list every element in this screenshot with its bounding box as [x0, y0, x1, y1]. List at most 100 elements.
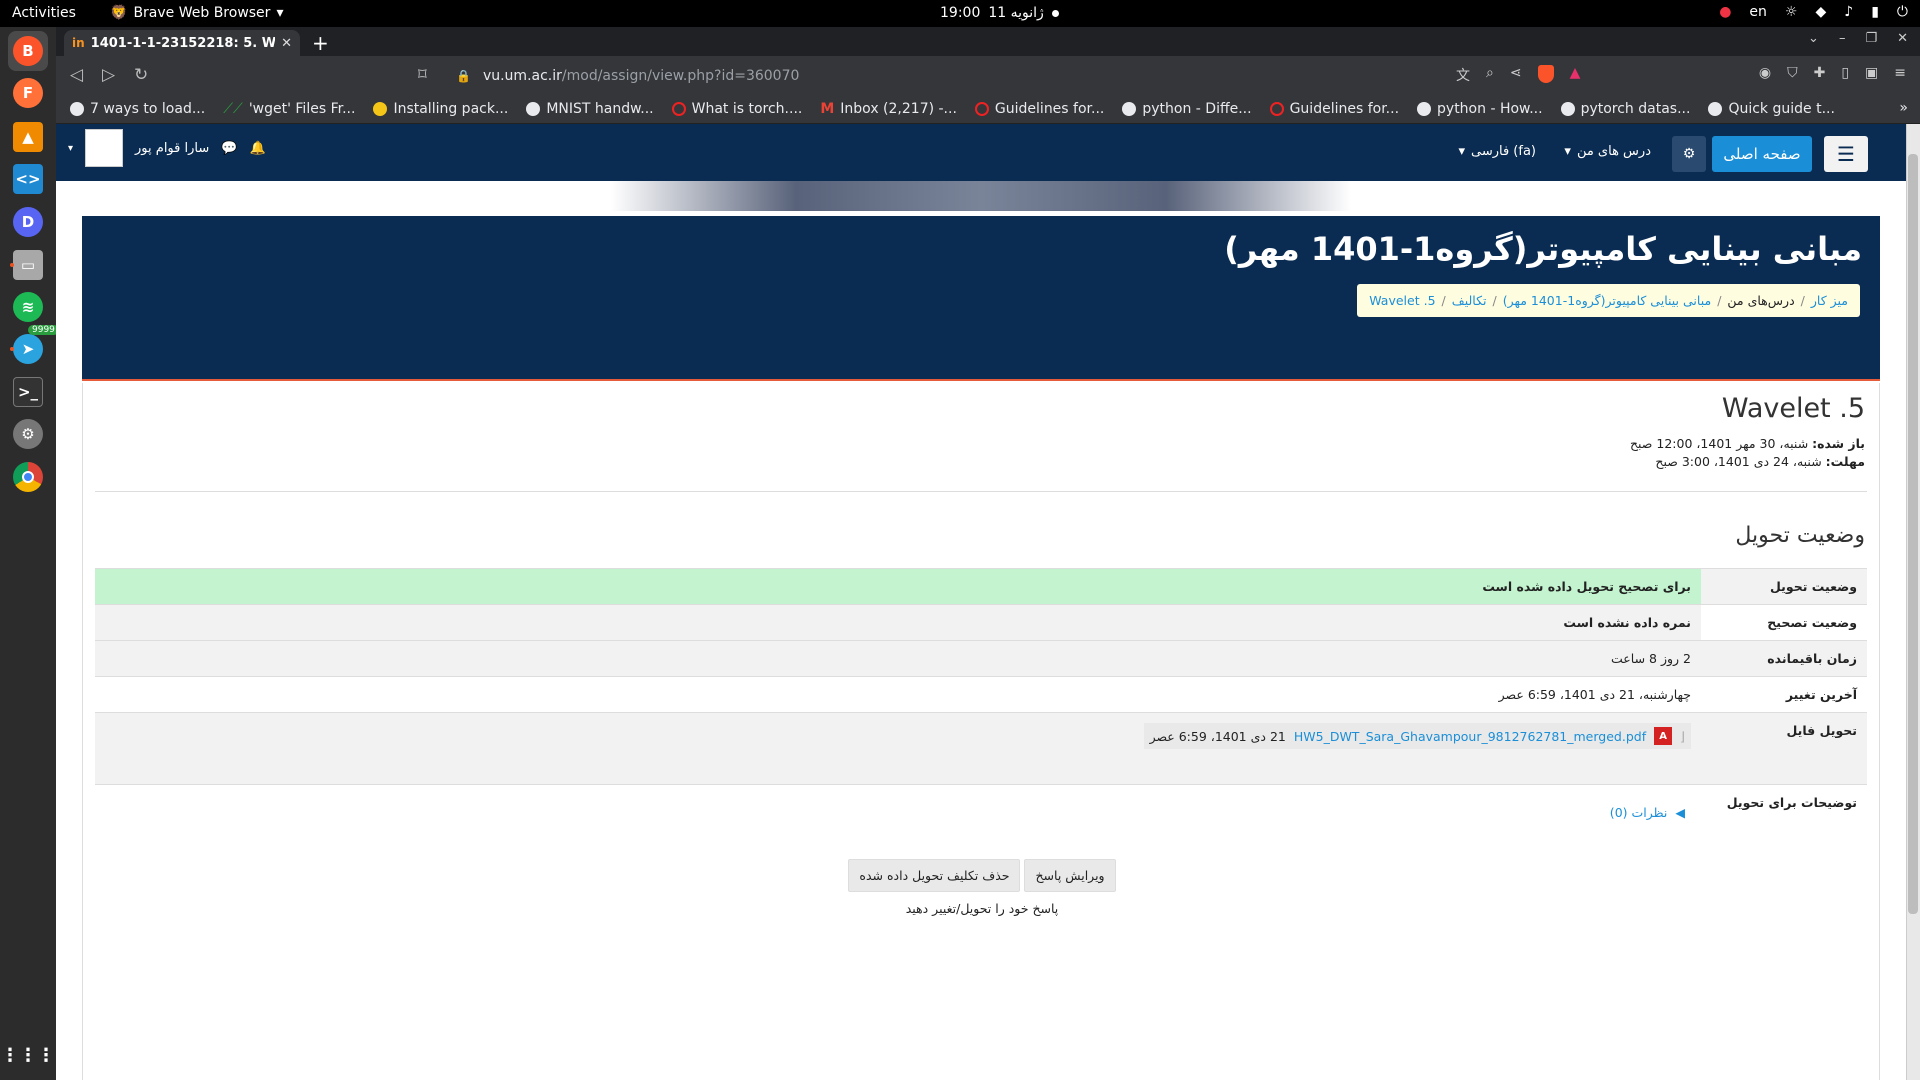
bookmark-label: python - Diffe... [1142, 101, 1252, 117]
brave-shield-icon[interactable] [1537, 65, 1554, 83]
vpn-shield-icon[interactable]: ⛉ [1787, 65, 1798, 81]
bookmark-item[interactable]: 7 ways to load... [70, 101, 205, 117]
menu-icon[interactable]: ≡ [1894, 65, 1906, 81]
dock-vscode[interactable]: <> [8, 159, 48, 199]
bookmark-item[interactable]: python - How... [1417, 101, 1543, 117]
scrollbar[interactable] [1906, 124, 1920, 1080]
bookmark-item[interactable]: pytorch datas... [1560, 101, 1691, 117]
dock-chrome[interactable] [8, 457, 48, 497]
file-submission-cell: ⌊ A HW5_DWT_Sara_Ghavampour_9812762781_m… [95, 712, 1701, 785]
language-label: فارسی (fa) [1470, 144, 1536, 159]
browser-toolbar: ◁ ▷ ↻ ⌑ 🔒 vu.um.ac.ir/mod/assign/view.ph… [56, 56, 1920, 95]
bookmark-label: 7 ways to load... [90, 101, 206, 117]
comments-toggle[interactable]: ◀ نظرات (0) [1610, 805, 1685, 820]
globe-icon [1708, 102, 1723, 116]
more-bookmarks-icon[interactable]: » [1899, 100, 1908, 116]
submission-status-value: برای تصحیح تحویل داده شده است [95, 568, 1701, 605]
bookmark-item[interactable]: Installing pack... [373, 101, 508, 117]
tab-close-icon[interactable]: ✕ [281, 36, 292, 51]
table-row: وضعیت تصحیح نمره داده نشده است [95, 604, 1867, 641]
dock-files[interactable]: ▭ [8, 245, 48, 285]
terminal-icon: >_ [13, 377, 43, 407]
bookmark-label: Guidelines for... [994, 101, 1105, 117]
dock-telegram[interactable]: 9999 ➤ [8, 325, 59, 369]
messages-icon[interactable]: 💬 [221, 141, 237, 156]
home-button[interactable]: صفحه اصلی [1712, 136, 1812, 172]
scrollbar-thumb[interactable] [1908, 154, 1918, 914]
bookmark-label: Inbox (2,217) -... [840, 101, 957, 117]
zoom-icon[interactable]: ⌕ [1486, 65, 1494, 85]
brave-icon: B [13, 36, 43, 66]
keyboard-language[interactable]: en [1749, 4, 1767, 20]
wallet-icon[interactable]: ▣ [1865, 65, 1878, 81]
forward-icon[interactable]: ▷ [102, 65, 115, 85]
breadcrumb-link[interactable]: Wavelet .5 [1369, 293, 1435, 308]
active-tab[interactable]: in 1401-1-1-23152218: 5. W ✕ [64, 30, 300, 56]
sidebar-icon[interactable]: ▯ [1841, 65, 1849, 81]
dock-terminal[interactable]: >_ [8, 372, 48, 412]
bookmark-item[interactable]: MNIST handw... [526, 101, 654, 117]
url-path: /mod/assign/view.php?id=360070 [561, 67, 800, 84]
address-bar[interactable]: 🔒 vu.um.ac.ir/mod/assign/view.php?id=360… [456, 61, 1506, 90]
back-icon[interactable]: ◁ [70, 65, 83, 85]
bookmark-item[interactable]: Quick guide t... [1708, 101, 1835, 117]
avatar[interactable] [85, 129, 124, 167]
url-host: vu.um.ac.ir [482, 67, 562, 84]
breadcrumb-link[interactable]: مبانی بینایی کامپیوتر(گروه1-1401 مهر) [1503, 293, 1712, 308]
app-menu[interactable]: 🦁 Brave Web Browser ▾ [110, 5, 283, 21]
breadcrumb-link[interactable]: میز کار [1811, 293, 1848, 308]
notifications-bell-icon[interactable]: 🔔 [249, 141, 265, 156]
minimize-icon[interactable]: – [1839, 31, 1846, 46]
hamburger-menu-button[interactable]: ☰ [1824, 136, 1868, 172]
bookmark-item[interactable]: Guidelines for... [1269, 101, 1399, 117]
file-link[interactable]: HW5_DWT_Sara_Ghavampour_9812762781_merge… [1294, 729, 1646, 744]
user-menu[interactable]: ▾ سارا قوام پور 💬 🔔 [68, 129, 266, 167]
dock-brave[interactable]: B [8, 31, 48, 71]
tab-favicon: in [72, 36, 85, 50]
time-remaining-value: 2 روز 8 ساعت [95, 640, 1701, 677]
globe-icon [1417, 102, 1432, 116]
clock[interactable]: 19:00 11 ژانویه [940, 5, 1059, 21]
dock-discord[interactable]: D [8, 202, 48, 242]
running-indicator [10, 263, 14, 267]
bookmark-item[interactable]: M Inbox (2,217) -... [820, 101, 957, 117]
bookmark-item[interactable]: ⟋⟋ 'wget' Files Fr... [223, 101, 355, 117]
breadcrumb-separator: / [1800, 293, 1805, 308]
activities-button[interactable]: Activities [12, 5, 76, 21]
puzzle-extensions-icon[interactable]: ✚ [1814, 65, 1826, 81]
dock-firefox[interactable]: F [8, 73, 48, 113]
bookmark-item[interactable]: Guidelines for... [974, 101, 1105, 117]
app-grid-icon: ⋮⋮⋮ [1, 1044, 55, 1066]
brave-rewards-icon[interactable]: ▲ [1570, 65, 1581, 85]
dock-settings[interactable]: ⚙ [8, 414, 48, 454]
files-icon: ▭ [13, 250, 43, 280]
language-dropdown[interactable]: ▾ فارسی (fa) [1458, 144, 1536, 159]
system-tray[interactable]: ● en ☼ ◆ ♪ ▮ ⏻ [1719, 4, 1908, 20]
bookmark-item[interactable]: What is torch.... [671, 101, 802, 117]
extension-icon[interactable]: ◉ [1759, 65, 1771, 81]
new-tab-button[interactable]: + [312, 31, 329, 55]
cogs-icon: ⚙ [1682, 146, 1696, 162]
show-apps-button[interactable]: ⋮⋮⋮ [1, 1035, 55, 1075]
close-window-icon[interactable]: ✕ [1897, 31, 1908, 46]
omnibox-actions: 文 ⌕ ⋖ ▲ [1456, 65, 1580, 85]
bookmark-item[interactable]: python - Diffe... [1122, 101, 1252, 117]
share-icon[interactable]: ⋖ [1510, 65, 1522, 85]
bookmark-icon[interactable]: ⌑ [418, 65, 427, 85]
dock-vlc[interactable]: ▲ [8, 117, 48, 157]
my-courses-dropdown[interactable]: ▾ درس های من [1564, 144, 1651, 159]
tab-list-chevron-icon[interactable]: ⌄ [1808, 31, 1819, 46]
edit-submission-button[interactable]: ویرایش پاسخ [1024, 859, 1116, 892]
hamburger-icon: ☰ [1837, 142, 1855, 166]
page-header: مبانی بینایی کامپیوتر(گروه1-1401 مهر) می… [82, 216, 1880, 381]
user-menu-chevron-icon[interactable]: ▾ [68, 143, 73, 154]
bookmark-label: pytorch datas... [1580, 101, 1691, 117]
breadcrumb-link[interactable]: تکالیف [1452, 293, 1487, 308]
translate-icon[interactable]: 文 [1456, 65, 1470, 85]
remove-submission-button[interactable]: حذف تکلیف تحویل داده شده [848, 859, 1021, 892]
customize-button[interactable]: ⚙ [1672, 136, 1706, 172]
restore-icon[interactable]: ❐ [1865, 31, 1877, 46]
dock-spotify[interactable]: ≋ [8, 287, 48, 327]
user-name[interactable]: سارا قوام پور [135, 141, 209, 156]
reload-icon[interactable]: ↻ [134, 65, 148, 85]
